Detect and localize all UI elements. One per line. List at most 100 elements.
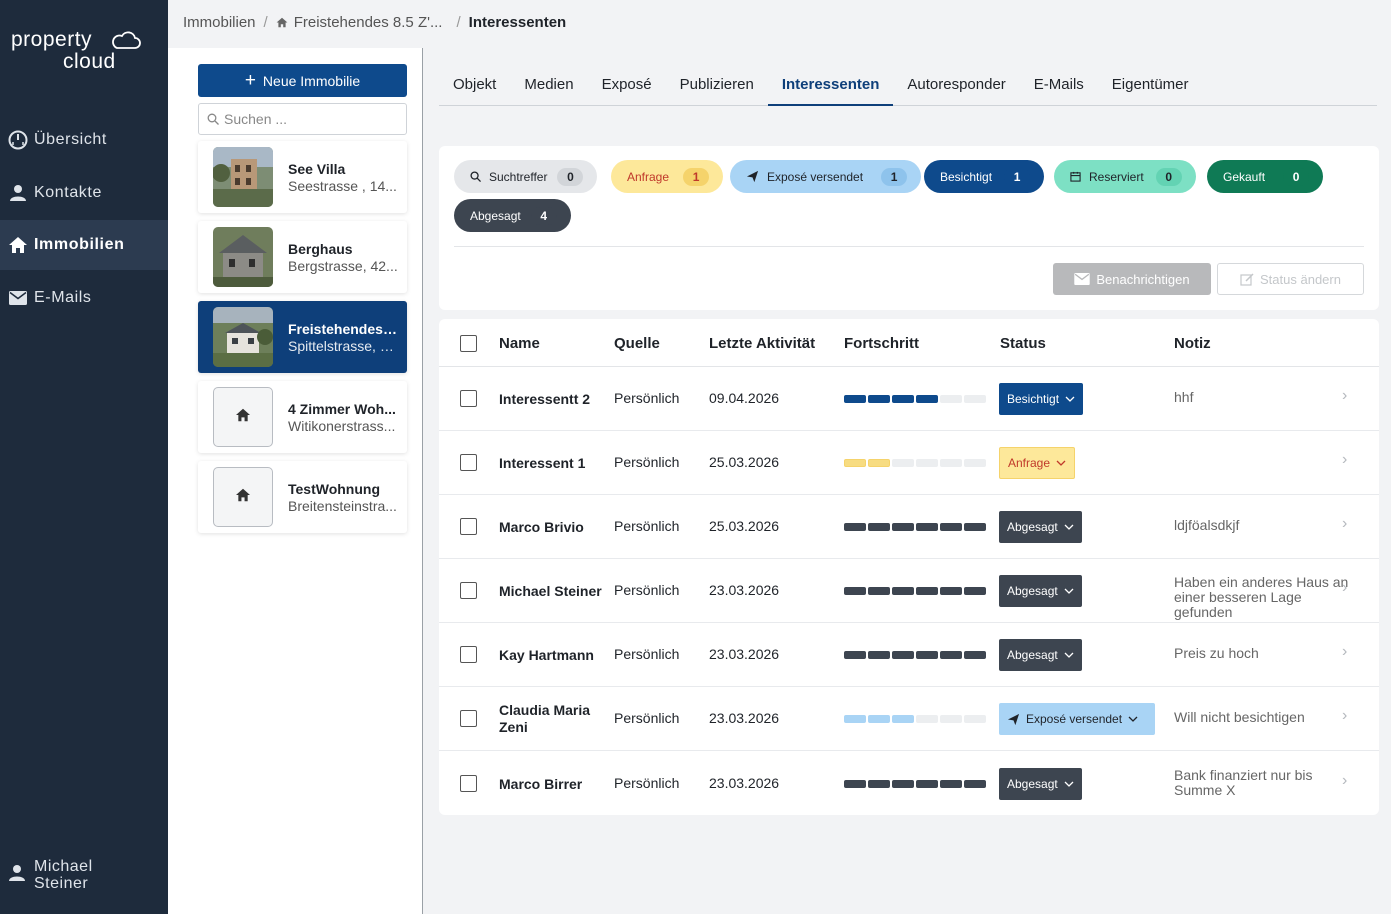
property-item[interactable]: TestWohnung Breitensteinstra... (198, 461, 407, 533)
row-checkbox[interactable] (460, 582, 477, 599)
chevron-right-icon[interactable]: › (1342, 451, 1347, 469)
filter-label: Exposé versendet (767, 169, 864, 184)
row-checkbox[interactable] (460, 390, 477, 407)
new-property-button[interactable]: + Neue Immobilie (198, 64, 407, 97)
row-checkbox[interactable] (460, 454, 477, 471)
property-item[interactable]: 4 Zimmer Woh... Witikonerstrass... (198, 381, 407, 453)
property-photo (213, 307, 273, 367)
select-all-checkbox[interactable] (460, 335, 477, 352)
filter-besichtigt[interactable]: Besichtigt 1 (924, 160, 1045, 193)
progress-segment (940, 651, 962, 659)
progress-bar (844, 651, 986, 659)
row-checkbox[interactable] (460, 710, 477, 727)
status-dropdown[interactable]: Exposé versendet (999, 703, 1155, 735)
row-checkbox[interactable] (460, 646, 477, 663)
tab-autoresponder[interactable]: Autoresponder (893, 66, 1019, 106)
progress-bar (844, 523, 986, 531)
property-item[interactable]: See Villa Seestrasse , 14... (198, 141, 407, 213)
interessent-name[interactable]: Interessentt 2 (499, 391, 604, 408)
column-header-letzte-aktivitaet[interactable]: Letzte Aktivität (709, 335, 815, 352)
progress-segment (916, 587, 938, 595)
interessent-name[interactable]: Marco Brivio (499, 519, 604, 536)
tab-eigentuemer[interactable]: Eigentümer (1098, 66, 1203, 106)
filter-expose-versendet[interactable]: Exposé versendet 1 (730, 160, 922, 193)
filter-anfrage[interactable]: Anfrage 1 (611, 160, 724, 193)
status-dropdown[interactable]: Anfrage (999, 447, 1076, 479)
filter-suchtreffer[interactable]: Suchtreffer 0 (454, 160, 598, 193)
column-header-quelle[interactable]: Quelle (614, 335, 660, 352)
progress-segment (844, 780, 866, 788)
notify-label: Benachrichtigen (1096, 271, 1190, 287)
chevron-right-icon[interactable]: › (1342, 643, 1347, 661)
interessent-name[interactable]: Michael Steiner (499, 583, 604, 600)
search-placeholder: Suchen ... (224, 111, 288, 127)
table-row[interactable]: Marco Brivio Persönlich 25.03.2026 Abgesagt… (439, 495, 1379, 559)
last-activity-cell: 23.03.2026 (709, 582, 780, 598)
status-filter-card: Suchtreffer 0 Anfrage 1 Exposé versendet… (439, 146, 1379, 310)
progress-segment (892, 395, 914, 403)
nav-emails[interactable]: E-Mails (0, 273, 168, 323)
interessent-name[interactable]: Kay Hartmann (499, 647, 604, 664)
chevron-right-icon[interactable]: › (1342, 772, 1347, 790)
interessent-name[interactable]: Marco Birrer (499, 776, 604, 793)
breadcrumb-property[interactable]: Freistehendes 8.5 Z'... (294, 14, 443, 31)
filter-count: 0 (1283, 167, 1310, 186)
source-cell: Persönlich (614, 390, 680, 406)
status-dropdown[interactable]: Abgesagt (999, 575, 1082, 607)
property-search-input[interactable]: Suchen ... (198, 103, 407, 135)
filter-abgesagt[interactable]: Abgesagt 4 (454, 199, 571, 232)
tab-publizieren[interactable]: Publizieren (666, 66, 768, 106)
tab-objekt[interactable]: Objekt (439, 66, 510, 106)
property-item-active[interactable]: Freistehendes ... Spittelstrasse, 1... (198, 301, 407, 373)
logo-text-cloud: cloud (63, 50, 116, 73)
interessent-name[interactable]: Interessent 1 (499, 455, 604, 472)
filter-label: Reserviert (1089, 169, 1144, 184)
progress-segment (916, 395, 938, 403)
sidebar: property cloud Übersicht Kontakte Immobi… (0, 0, 168, 914)
chevron-right-icon[interactable]: › (1342, 387, 1347, 405)
progress-segment (868, 395, 890, 403)
chevron-right-icon[interactable]: › (1342, 579, 1347, 597)
table-row[interactable]: Kay Hartmann Persönlich 23.03.2026 Abgesagt… (439, 623, 1379, 687)
tab-emails[interactable]: E-Mails (1020, 66, 1098, 106)
table-row[interactable]: Interessentt 2 Persönlich 09.04.2026 Besich… (439, 367, 1379, 431)
nav-kontakte[interactable]: Kontakte (0, 168, 168, 218)
search-icon (470, 171, 481, 182)
status-dropdown[interactable]: Abgesagt (999, 639, 1082, 671)
progress-segment (844, 523, 866, 531)
source-cell: Persönlich (614, 775, 680, 791)
status-dropdown[interactable]: Abgesagt (999, 511, 1082, 543)
nav-uebersicht[interactable]: Übersicht (0, 115, 168, 165)
filter-reserviert[interactable]: Reserviert 0 (1054, 160, 1196, 193)
status-dropdown[interactable]: Besichtigt (999, 383, 1084, 415)
table-row[interactable]: Claudia Maria Zeni Persönlich 23.03.2026 Ex… (439, 687, 1379, 751)
nav-immobilien[interactable]: Immobilien (0, 220, 168, 270)
change-status-button[interactable]: Status ändern (1217, 263, 1364, 295)
notify-button[interactable]: Benachrichtigen (1053, 263, 1211, 295)
table-row[interactable]: Interessent 1 Persönlich 25.03.2026 Anfrage… (439, 431, 1379, 495)
chevron-down-icon (1064, 781, 1074, 787)
tab-expose[interactable]: Exposé (588, 66, 666, 106)
filter-gekauft[interactable]: Gekauft 0 (1207, 160, 1324, 193)
tab-medien[interactable]: Medien (510, 66, 587, 106)
chevron-right-icon[interactable]: › (1342, 515, 1347, 533)
breadcrumb-root[interactable]: Immobilien (183, 14, 256, 31)
row-checkbox[interactable] (460, 518, 477, 535)
logo[interactable]: property cloud (11, 28, 151, 78)
property-item[interactable]: Berghaus Bergstrasse, 42... (198, 221, 407, 293)
user-menu[interactable]: Michael Steiner (8, 858, 93, 892)
status-dropdown[interactable]: Abgesagt (999, 768, 1082, 800)
table-row[interactable]: Michael Steiner Persönlich 23.03.2026 Abges… (439, 559, 1379, 623)
column-header-name[interactable]: Name (499, 335, 540, 352)
row-checkbox[interactable] (460, 775, 477, 792)
column-header-fortschritt[interactable]: Fortschritt (844, 335, 919, 352)
chevron-right-icon[interactable]: › (1342, 707, 1347, 725)
column-header-notiz[interactable]: Notiz (1174, 335, 1211, 352)
divider (454, 246, 1364, 247)
column-header-status[interactable]: Status (1000, 335, 1046, 352)
interessent-name[interactable]: Claudia Maria Zeni (499, 702, 604, 736)
tab-interessenten[interactable]: Interessenten (767, 66, 894, 106)
nav-label: Übersicht (34, 131, 107, 148)
progress-segment (892, 715, 914, 723)
table-row[interactable]: Marco Birrer Persönlich 23.03.2026 Abgesagt… (439, 752, 1379, 815)
